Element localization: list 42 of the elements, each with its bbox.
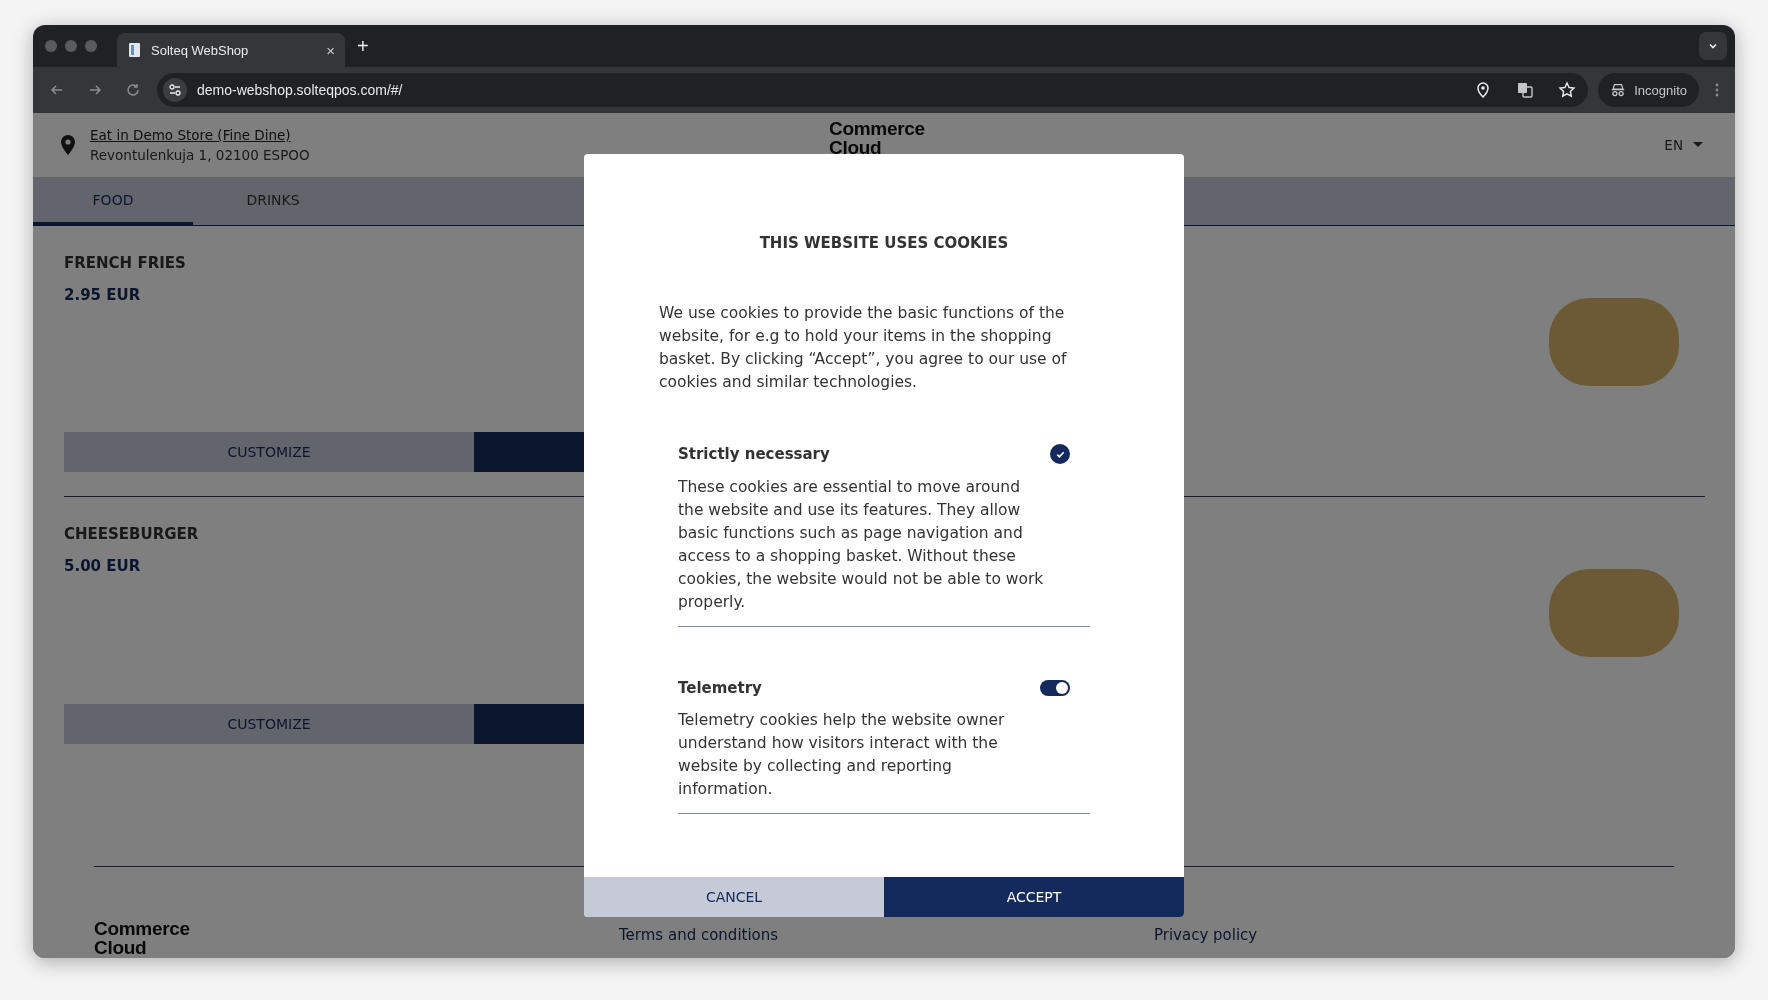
accept-button[interactable]: ACCEPT: [884, 877, 1184, 917]
product-price: 5.00 EUR: [64, 557, 142, 575]
location-pin-icon: [60, 134, 76, 156]
site-settings-button[interactable]: [163, 78, 187, 102]
customize-button[interactable]: CUSTOMIZE: [64, 432, 474, 472]
dialog-title: THIS WEBSITE USES COOKIES: [758, 234, 1010, 252]
incognito-icon: [1610, 82, 1627, 98]
store-address: Revontulenkuja 1, 02100 ESPOO: [90, 147, 310, 163]
category-description: Telemetry cookies help the website owner understand how visitors interact with the website by collecting and reporting information.: [678, 710, 1006, 800]
browser-tab[interactable]: Solteq WebShop ×: [117, 33, 345, 67]
category-tab[interactable]: FOOD: [33, 177, 193, 225]
language-dropdown[interactable]: EN: [1656, 129, 1711, 161]
caret-icon: [1693, 142, 1703, 148]
window-control-dot[interactable]: [45, 40, 57, 52]
product-name: CHEESEBURGER: [64, 525, 200, 543]
footer-link[interactable]: Privacy policy: [1154, 927, 1674, 944]
sliders-icon: [168, 83, 182, 97]
category-title: Telemetry: [678, 679, 762, 697]
address-bar[interactable]: demo-webshop.solteqpos.com/#/: [157, 73, 1589, 107]
product-price: 2.95 EUR: [64, 286, 142, 304]
page-icon: [127, 42, 143, 58]
new-tab-button[interactable]: +: [357, 34, 369, 58]
url-text: demo-webshop.solteqpos.com/#/: [197, 82, 404, 98]
footer-link[interactable]: Terms and conditions: [619, 927, 1154, 944]
translate-icon[interactable]: [1516, 81, 1535, 99]
toggle-switch[interactable]: [1040, 680, 1070, 696]
checkbox[interactable]: [1050, 444, 1070, 464]
star-icon[interactable]: [1558, 81, 1577, 99]
store-link[interactable]: Eat in Demo Store (Fine Dine): [90, 127, 310, 143]
customize-button[interactable]: CUSTOMIZE: [64, 704, 474, 744]
window-control-dot[interactable]: [65, 40, 77, 52]
product-name: FRENCH FRIES: [64, 254, 187, 272]
close-tab-button[interactable]: ×: [326, 41, 335, 59]
window-control-dot[interactable]: [85, 40, 97, 52]
category-description: These cookies are essential to move around the website and use its features. They allow basic functions such as page navigation and access to a shopping basket. Without these cookies, the website would not be able to work properly.: [678, 477, 1045, 613]
footer-logo[interactable]: Commerce Cloud: [94, 919, 204, 957]
cancel-button[interactable]: CANCEL: [584, 877, 884, 917]
category-title: Strictly necessary: [678, 445, 830, 463]
logo[interactable]: Commerce Cloud: [829, 119, 939, 157]
category-tab[interactable]: DRINKS: [193, 177, 353, 225]
dialog-text: We use cookies to provide the basic functions of the website, for e.g to hold your items in the shopping basket. By clicking “Accept”, you agree to our use of cookies and similar technologies.: [659, 303, 1068, 393]
incognito-button[interactable]: Incognito: [1598, 73, 1699, 107]
